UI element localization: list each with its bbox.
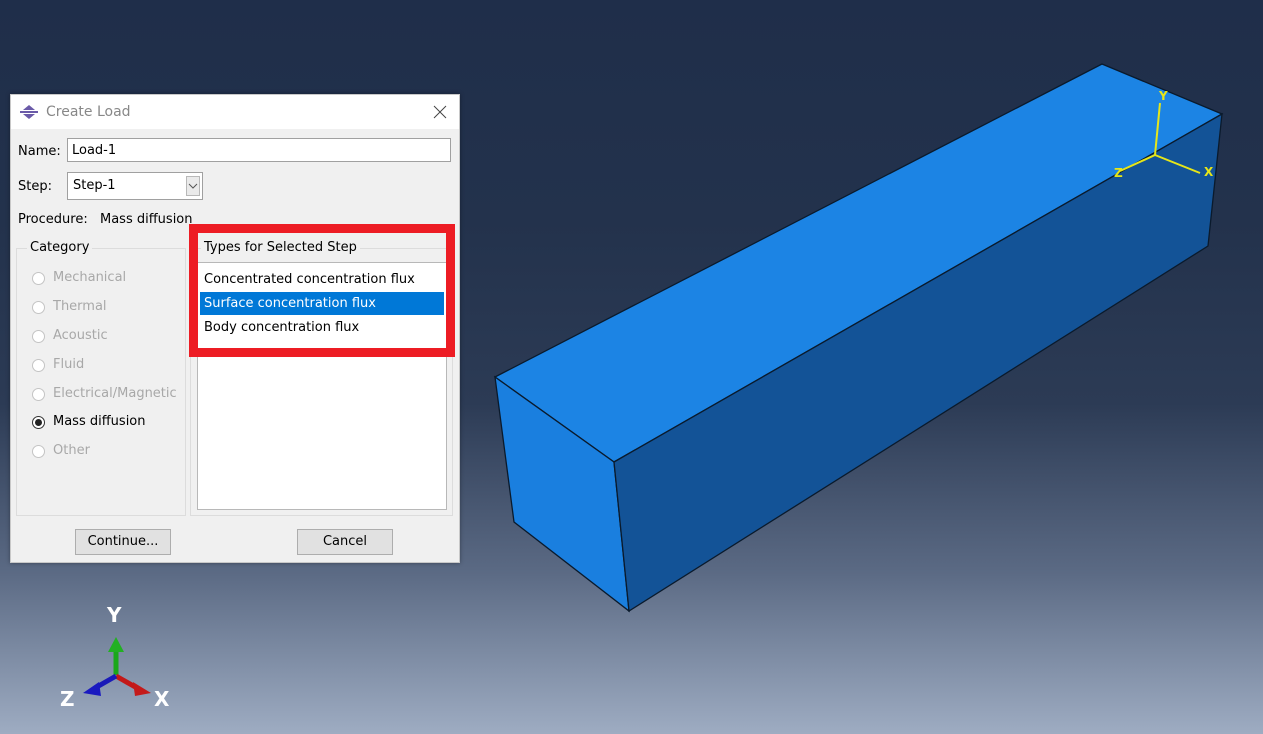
chevron-down-icon bbox=[188, 183, 198, 189]
step-dropdown-button[interactable] bbox=[186, 176, 200, 196]
radio-button[interactable] bbox=[32, 388, 45, 401]
category-group-title: Category bbox=[27, 240, 93, 255]
step-select[interactable]: Step-1 bbox=[67, 172, 203, 200]
radio-label: Other bbox=[53, 443, 90, 458]
procedure-label: Procedure: bbox=[18, 212, 88, 227]
radio-button[interactable] bbox=[32, 359, 45, 372]
close-button[interactable] bbox=[431, 103, 449, 121]
global-triad-x-label: X bbox=[154, 687, 170, 711]
x-axis-arrow bbox=[133, 682, 151, 696]
name-input[interactable] bbox=[67, 138, 451, 162]
model-triad-z-label: Z bbox=[1114, 166, 1123, 180]
list-item-body-concentration-flux[interactable]: Body concentration flux bbox=[200, 316, 444, 339]
types-listbox[interactable]: Concentrated concentration flux Surface … bbox=[197, 262, 447, 510]
radio-button-selected[interactable] bbox=[32, 416, 45, 429]
continue-button[interactable]: Continue... bbox=[75, 529, 171, 555]
part-box[interactable] bbox=[493, 63, 1224, 613]
create-load-dialog: Create Load Name: Step: Step-1 Procedure… bbox=[10, 94, 460, 563]
model-triad-x-label: X bbox=[1204, 165, 1214, 179]
radio-label: Acoustic bbox=[53, 328, 108, 343]
radio-button[interactable] bbox=[32, 445, 45, 458]
load-icon bbox=[20, 105, 38, 119]
radio-button[interactable] bbox=[32, 272, 45, 285]
cancel-button[interactable]: Cancel bbox=[297, 529, 393, 555]
close-icon bbox=[433, 105, 447, 119]
name-label: Name: bbox=[18, 144, 61, 159]
y-axis-arrow bbox=[108, 637, 124, 652]
radio-button[interactable] bbox=[32, 330, 45, 343]
list-item-concentrated-concentration-flux[interactable]: Concentrated concentration flux bbox=[200, 268, 444, 291]
global-triad-z-label: Z bbox=[60, 687, 75, 711]
radio-label: Mechanical bbox=[53, 270, 127, 285]
procedure-value: Mass diffusion bbox=[100, 212, 193, 227]
step-select-value: Step-1 bbox=[73, 178, 116, 193]
category-group: Category Mechanical Thermal Acoustic Flu… bbox=[16, 240, 186, 516]
z-axis-arrow bbox=[83, 682, 101, 696]
radio-label: Thermal bbox=[53, 299, 107, 314]
dialog-titlebar[interactable]: Create Load bbox=[11, 95, 459, 129]
types-group-title: Types for Selected Step bbox=[201, 240, 360, 255]
radio-label: Electrical/Magnetic bbox=[53, 386, 177, 401]
global-triad: Y X Z bbox=[60, 603, 170, 711]
list-item-surface-concentration-flux[interactable]: Surface concentration flux bbox=[200, 292, 444, 315]
radio-label: Mass diffusion bbox=[53, 414, 146, 429]
radio-label: Fluid bbox=[53, 357, 85, 372]
radio-button[interactable] bbox=[32, 301, 45, 314]
global-triad-y-label: Y bbox=[106, 603, 122, 627]
model-triad-y-label: Y bbox=[1158, 89, 1168, 103]
step-label: Step: bbox=[18, 179, 52, 194]
dialog-title: Create Load bbox=[46, 104, 131, 120]
